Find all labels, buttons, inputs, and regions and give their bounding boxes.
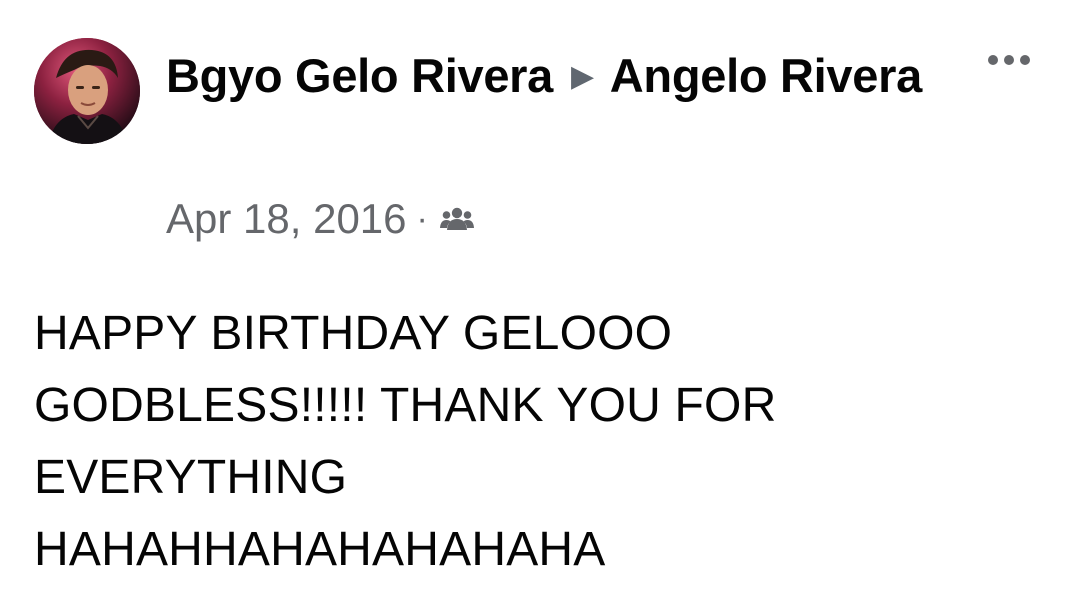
- avatar-portrait-icon: [34, 38, 140, 144]
- meta-separator: ·: [416, 199, 428, 238]
- recipient-name-link[interactable]: Angelo Rivera: [610, 49, 922, 102]
- friends-icon[interactable]: [439, 206, 474, 232]
- more-horizontal-icon[interactable]: [980, 46, 1038, 74]
- triangle-right-icon: ▶: [571, 60, 594, 93]
- author-avatar[interactable]: [34, 38, 140, 144]
- author-name-link[interactable]: Bgyo Gelo Rivera: [166, 49, 553, 102]
- post-meta: Apr 18, 2016 ·: [166, 192, 474, 246]
- post-header: Bgyo Gelo Rivera ▶ Angelo Rivera: [166, 46, 926, 107]
- post-body-text: HAPPY BIRTHDAY GELOOO GODBLESS!!!!! THAN…: [34, 307, 777, 576]
- post-timestamp[interactable]: Apr 18, 2016: [166, 195, 407, 243]
- post-card: Bgyo Gelo Rivera ▶ Angelo Rivera Apr 18, 2…: [0, 0, 1080, 614]
